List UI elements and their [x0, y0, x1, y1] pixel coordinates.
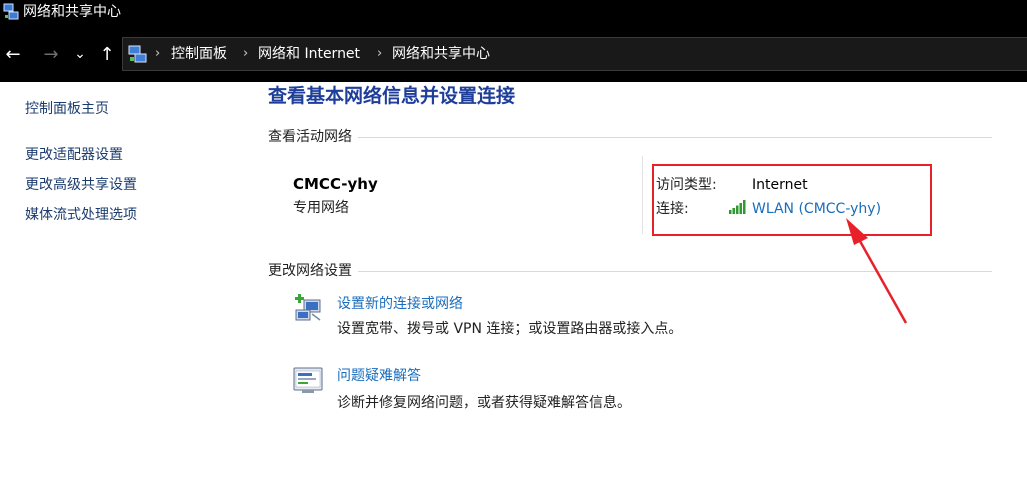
page-title: 查看基本网络信息并设置连接 [268, 85, 516, 107]
navigation-bar: ← → ⌄ ↑ › 控制面板 › 网络和 Internet › 网络和共享中心 [0, 26, 1027, 82]
sidebar-item-media-streaming-options[interactable]: 媒体流式处理选项 [25, 206, 137, 224]
active-networks-title: 查看活动网络 [268, 128, 358, 146]
back-arrow-icon: ← [5, 43, 21, 65]
sidebar-item-change-adapter-settings[interactable]: 更改适配器设置 [25, 146, 123, 164]
breadcrumb-network-internet[interactable]: 网络和 Internet [258, 44, 360, 64]
setup-new-connection-link[interactable]: 设置新的连接或网络 [337, 295, 463, 313]
troubleshoot-description: 诊断并修复网络问题，或者获得疑难解答信息。 [337, 395, 631, 411]
address-bar[interactable]: › 控制面板 › 网络和 Internet › 网络和共享中心 [122, 37, 1027, 71]
breadcrumb-separator[interactable]: › [243, 44, 248, 64]
section-divider [268, 271, 992, 272]
title-bar: 网络和共享中心 [0, 0, 1027, 26]
up-arrow-icon: ↑ [99, 43, 115, 65]
forward-arrow-icon: → [43, 43, 59, 65]
sidebar-item-control-panel-home[interactable]: 控制面板主页 [25, 100, 109, 118]
breadcrumb-separator[interactable]: › [377, 44, 382, 64]
control-panel-icon [128, 45, 147, 63]
chevron-down-icon: ⌄ [74, 46, 86, 62]
highlight-box [652, 164, 932, 236]
new-connection-icon [295, 294, 321, 321]
troubleshoot-icon [293, 367, 323, 393]
sidebar-item-change-advanced-sharing[interactable]: 更改高级共享设置 [25, 176, 137, 194]
vertical-divider [642, 156, 643, 234]
breadcrumb-control-panel[interactable]: 控制面板 [171, 44, 227, 64]
window-title: 网络和共享中心 [23, 4, 121, 20]
troubleshoot-link[interactable]: 问题疑难解答 [337, 367, 421, 385]
forward-button[interactable]: → [38, 26, 64, 82]
change-settings-title: 更改网络设置 [268, 262, 358, 280]
network-category[interactable]: 专用网络 [293, 199, 349, 217]
setup-new-connection-description: 设置宽带、拨号或 VPN 连接；或设置路由器或接入点。 [337, 321, 683, 337]
recent-locations-button[interactable]: ⌄ [68, 26, 92, 82]
section-divider [268, 137, 992, 138]
breadcrumb-separator: › [155, 46, 161, 61]
breadcrumb-network-sharing-center[interactable]: 网络和共享中心 [392, 44, 490, 64]
back-button[interactable]: ← [0, 26, 26, 82]
up-button[interactable]: ↑ [94, 26, 120, 82]
network-center-icon [3, 3, 19, 20]
network-name: CMCC-yhy [293, 175, 378, 193]
